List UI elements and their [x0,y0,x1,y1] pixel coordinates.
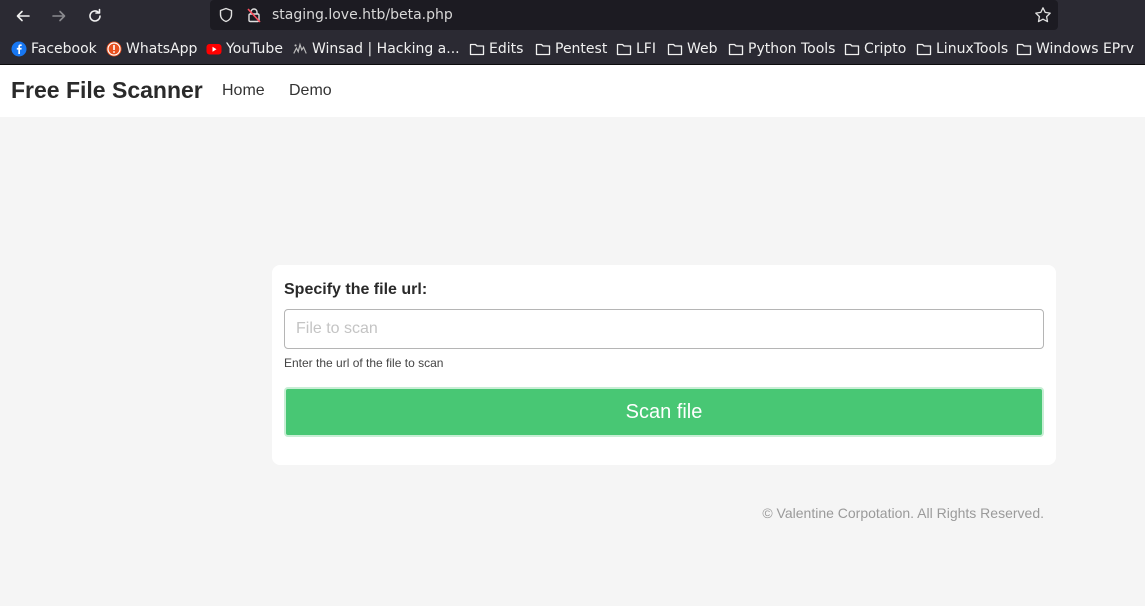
bookmark-python-tools[interactable]: Python Tools [728,40,835,58]
bookmark-label: Cripto [864,41,907,57]
bookmark-label: Pentest [555,41,608,57]
bookmark-label: Windows EPrv [1036,41,1135,57]
nav-link-home[interactable]: Home [222,82,265,100]
folder-icon [667,41,683,57]
folder-icon [616,41,632,57]
browser-toolbar: staging.love.htb/beta.php [0,0,1145,32]
bookmark-windows-eprv[interactable]: Windows EPrv [1016,40,1134,58]
reload-icon [89,8,101,22]
folder-icon [1016,41,1032,57]
bookmark-lfi[interactable]: LFI [616,40,656,58]
nav-link-demo[interactable]: Demo [289,82,332,100]
bookmark-whatsapp[interactable]: WhatsApp [106,40,197,58]
folder-icon [916,41,932,57]
bookmark-winsad[interactable]: Winsad | Hacking a... [292,40,460,58]
winsad-icon [292,41,308,57]
forward-button[interactable] [46,4,72,28]
bookmarks-bar: Facebook WhatsApp YouTube Winsad | Hacki… [0,32,1145,65]
bookmark-label: YouTube [226,41,283,57]
shield-icon[interactable] [218,7,234,23]
back-button[interactable] [10,4,36,28]
scan-file-button[interactable]: Scan file [284,387,1044,437]
bookmark-label: Facebook [31,41,97,57]
bookmark-youtube[interactable]: YouTube [206,40,283,58]
whatsapp-icon [106,41,122,57]
reload-button[interactable] [82,4,108,28]
bookmark-label: Winsad | Hacking a... [312,41,460,57]
facebook-icon [11,41,27,57]
bookmark-cripto[interactable]: Cripto [844,40,906,58]
file-url-help-text: Enter the url of the file to scan [284,356,444,370]
insecure-lock-icon[interactable] [246,7,262,23]
bookmark-facebook[interactable]: Facebook [11,40,97,58]
bookmark-star-icon[interactable] [1034,6,1052,24]
folder-icon [844,41,860,57]
bookmark-edits[interactable]: Edits [469,40,523,58]
site-brand[interactable]: Free File Scanner [11,77,203,104]
file-url-label: Specify the file url: [284,281,428,298]
bookmark-pentest[interactable]: Pentest [535,40,607,58]
footer-copyright: © Valentine Corpotation. All Rights Rese… [762,505,1044,521]
folder-icon [535,41,551,57]
url-text[interactable]: staging.love.htb/beta.php [272,7,453,23]
arrow-right-icon [52,10,66,22]
bookmark-label: Web [687,41,718,57]
youtube-icon [206,41,222,57]
file-url-input[interactable] [284,309,1044,349]
site-navbar: Free File Scanner Home Demo [0,65,1145,117]
bookmark-label: Python Tools [748,41,836,57]
bookmark-label: LFI [636,41,656,57]
address-bar[interactable]: staging.love.htb/beta.php [210,0,1058,30]
bookmark-label: Edits [489,41,524,57]
folder-icon [728,41,744,57]
bookmark-label: WhatsApp [126,41,198,57]
bookmark-web[interactable]: Web [667,40,718,58]
scan-form-card: Specify the file url: Enter the url of t… [272,265,1056,465]
bookmark-label: LinuxTools [936,41,1009,57]
arrow-left-icon [16,10,30,22]
folder-icon [469,41,485,57]
bookmark-linuxtools[interactable]: LinuxTools [916,40,1008,58]
